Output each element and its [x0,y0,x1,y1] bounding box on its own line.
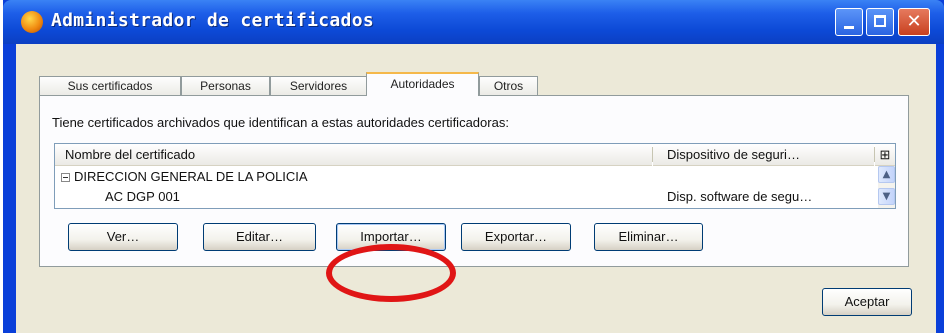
vertical-scrollbar[interactable]: ▲ ▼ [878,166,895,208]
tree-row-label: AC DGP 001 [105,189,180,204]
maximize-icon [874,15,886,27]
tab-autoridades[interactable]: Autoridades [366,72,479,96]
tree-row-device: Disp. software de segu… [667,189,813,204]
view-button[interactable]: Ver… [68,223,178,251]
minimize-button[interactable] [835,8,863,36]
close-icon: ✕ [906,11,922,32]
minimize-icon [844,26,854,29]
tree-row-label: DIRECCION GENERAL DE LA POLICIA [74,169,308,184]
dialog-body: Sus certificados Personas Servidores Aut… [16,44,936,333]
edit-button[interactable]: Editar… [203,223,316,251]
scroll-up-icon[interactable]: ▲ [878,166,895,183]
tab-servidores[interactable]: Servidores [270,76,367,95]
tab-personas[interactable]: Personas [181,76,270,95]
export-button[interactable]: Exportar… [461,223,571,251]
firefox-icon [21,11,43,33]
delete-button[interactable]: Eliminar… [594,223,703,251]
highlight-circle [326,244,456,302]
collapse-icon[interactable] [61,173,70,183]
tab-otros[interactable]: Otros [479,76,538,95]
ok-button[interactable]: Aceptar [822,288,912,316]
tree-row-group[interactable]: DIRECCION GENERAL DE LA POLICIA [61,167,308,187]
certificate-tree[interactable]: Nombre del certificado Dispositivo de se… [54,143,896,209]
title-bar[interactable]: Administrador de certificados ✕ [3,0,944,44]
tab-sus-certificados[interactable]: Sus certificados [39,76,181,95]
close-button[interactable]: ✕ [898,8,930,36]
column-header-device[interactable]: Dispositivo de seguri… [653,144,874,166]
scroll-down-icon[interactable]: ▼ [878,188,895,205]
certificate-manager-window: Administrador de certificados ✕ Sus cert… [3,0,944,333]
tree-row-certificate[interactable]: AC DGP 001 [105,187,180,207]
maximize-button[interactable] [866,8,894,36]
column-header-name[interactable]: Nombre del certificado [55,144,652,166]
column-picker-icon[interactable]: ⊞ [875,144,895,166]
panel-description: Tiene certificados archivados que identi… [52,115,509,130]
window-title: Administrador de certificados [51,10,374,31]
